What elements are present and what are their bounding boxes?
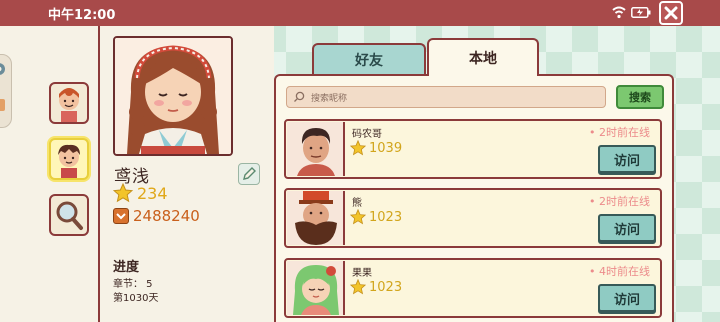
star-icon (350, 209, 366, 225)
friend-score: 1039 (369, 140, 403, 156)
friend-avatar (287, 261, 345, 315)
friend-list-panel: 搜索昵称 搜索 码农哥 1039 • 2时前在线 访问 熊 1023 • 2时前… (274, 74, 674, 322)
search-icon (294, 91, 305, 102)
friend-score-row: 1023 (350, 279, 402, 295)
progress-heading: 进度 (113, 260, 140, 275)
search-input[interactable]: 搜索昵称 (286, 86, 606, 108)
visit-button[interactable]: 访问 (598, 145, 656, 173)
wifi-icon (612, 6, 626, 19)
player-coins: 2488240 (113, 207, 200, 225)
clock-time: 中午12:00 (48, 8, 116, 23)
friend-score-row: 1023 (350, 209, 402, 225)
days-progress: 第1030天 (113, 293, 159, 304)
close-icon (664, 6, 678, 20)
player-star-count: 234 (137, 183, 168, 203)
edit-profile-button[interactable] (238, 163, 260, 185)
friend-card: 熊 1023 • 2时前在线 访问 (284, 188, 662, 248)
girl-portrait-icon (59, 88, 79, 122)
status-bar: 中午12:00 (0, 0, 720, 26)
player-coin-count: 2488240 (133, 207, 200, 225)
side-arrow-icon (0, 63, 5, 111)
tab-local[interactable]: 本地 (427, 38, 539, 76)
player-portrait (113, 36, 233, 156)
friend-avatar-programmer (287, 122, 343, 176)
friends-nav-button[interactable] (49, 138, 89, 180)
left-sidebar (0, 26, 100, 322)
close-button[interactable] (659, 1, 683, 25)
battery-icon (631, 7, 651, 18)
friend-name: 果果 (352, 268, 372, 279)
friend-score: 1023 (369, 209, 403, 225)
friend-name: 熊 (352, 198, 362, 209)
star-icon (350, 140, 366, 156)
visit-button[interactable]: 访问 (598, 284, 656, 312)
online-status: • 4时前在线 (589, 265, 650, 278)
friend-name: 码农哥 (352, 129, 382, 140)
online-status: • 2时前在线 (589, 195, 650, 208)
friend-avatar-bearded (287, 191, 343, 245)
search-placeholder: 搜索昵称 (311, 93, 348, 104)
boy-portrait-icon (58, 144, 80, 178)
friend-card: 码农哥 1039 • 2时前在线 访问 (284, 119, 662, 179)
chapter-progress: 章节： 5 (113, 279, 153, 290)
search-button[interactable]: 搜索 (616, 85, 664, 109)
friend-avatar (287, 122, 345, 176)
player-avatar-illustration (115, 38, 231, 154)
player-stars: 234 (113, 183, 168, 203)
friend-avatar-green-hair (287, 261, 343, 315)
online-status: • 2时前在线 (589, 126, 650, 139)
friend-score-row: 1039 (350, 140, 402, 156)
friend-avatar (287, 191, 345, 245)
magnifier-icon (56, 201, 83, 230)
coin-icon (113, 208, 129, 224)
task-character-button[interactable] (49, 82, 89, 124)
pencil-icon (243, 167, 256, 180)
friend-score: 1023 (369, 279, 403, 295)
player-info-panel: 鸢浅 234 2488240 进度 章节： 5 第1030天 (100, 26, 274, 322)
star-icon (113, 183, 133, 203)
search-nav-button[interactable] (49, 194, 89, 236)
star-icon (350, 279, 366, 295)
friend-card: 果果 1023 • 4时前在线 访问 (284, 258, 662, 318)
visit-button[interactable]: 访问 (598, 214, 656, 242)
tab-friends[interactable]: 好友 (312, 43, 426, 75)
side-panel-peek[interactable] (0, 54, 12, 128)
